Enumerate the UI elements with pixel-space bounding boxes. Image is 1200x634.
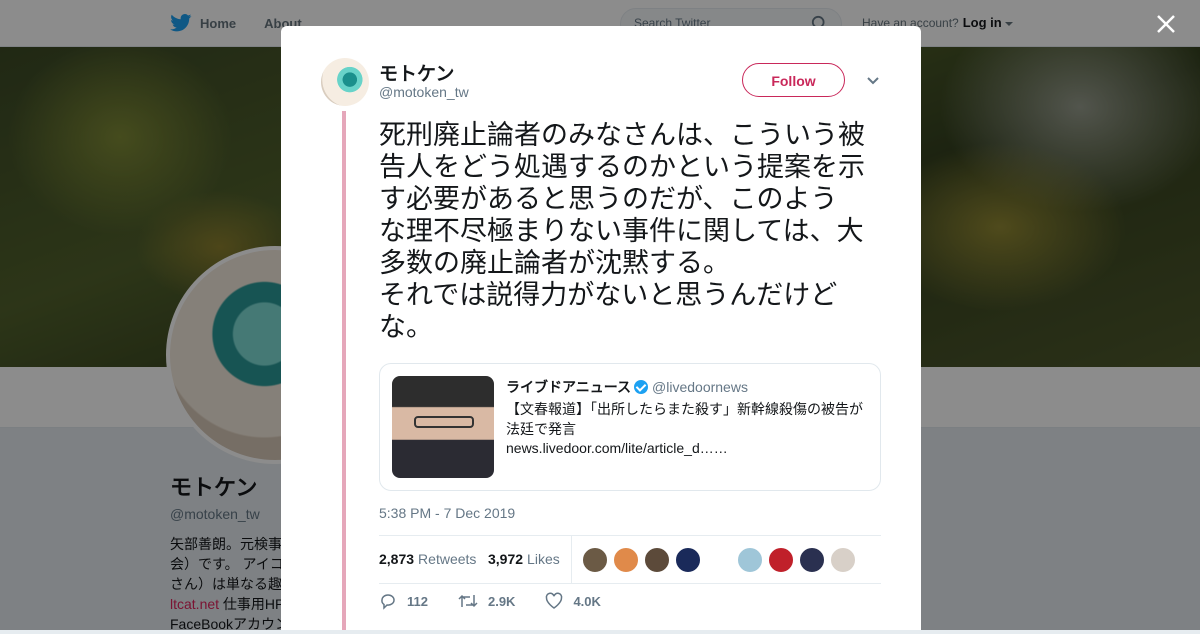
tweet-text-line: 多数の廃止論者が沈黙する。 bbox=[379, 248, 730, 278]
liker-avatar[interactable] bbox=[613, 547, 639, 573]
liker-avatar[interactable] bbox=[644, 547, 670, 573]
retweet-count: 2.9K bbox=[487, 593, 516, 609]
stats-divider bbox=[571, 536, 572, 583]
author-avatar[interactable] bbox=[321, 58, 369, 106]
heart-icon bbox=[546, 592, 563, 609]
like-button[interactable]: 4.0K bbox=[545, 592, 601, 610]
tweet-text-line: な。 bbox=[379, 312, 433, 342]
tweet-text-line: 死刑廃止論者のみなさんは、こういう被 bbox=[379, 120, 865, 150]
thread-line bbox=[342, 111, 346, 630]
liker-avatar[interactable] bbox=[768, 547, 794, 573]
close-icon[interactable] bbox=[1156, 14, 1176, 34]
author-name[interactable]: モトケン bbox=[379, 59, 454, 86]
tweet-text-line: す必要があると思うのだが、このよう bbox=[379, 184, 838, 214]
liker-avatar[interactable] bbox=[582, 547, 608, 573]
quoted-author-handle: @livedoornews bbox=[652, 379, 748, 395]
tweet-modal: モトケン @motoken_tw Follow 死刑廃止論者のみなさんは、こうい… bbox=[281, 26, 921, 630]
follow-button[interactable]: Follow bbox=[742, 63, 845, 97]
quoted-url[interactable]: news.livedoor.com/lite/article_d…… bbox=[506, 440, 728, 456]
tweet-stats: 2,873 Retweets 3,972 Likes bbox=[379, 535, 881, 584]
liker-avatar[interactable] bbox=[737, 547, 763, 573]
author-handle[interactable]: @motoken_tw bbox=[379, 84, 469, 100]
liker-avatar[interactable] bbox=[675, 547, 701, 573]
retweet-icon bbox=[458, 594, 478, 608]
quoted-author-name: ライブドアニュース bbox=[506, 379, 632, 395]
retweets-label: Retweets bbox=[418, 551, 477, 567]
tweet-text-line: 告人をどう処遇するのかという提案を示 bbox=[379, 152, 865, 182]
liker-avatar[interactable] bbox=[830, 547, 856, 573]
liker-avatar[interactable] bbox=[799, 547, 825, 573]
tweet-timestamp[interactable]: 5:38 PM - 7 Dec 2019 bbox=[379, 505, 515, 521]
quoted-text: 【文春報道】「出所したらまた殺す」新幹線殺傷の被告が法廷で発言 bbox=[506, 401, 863, 437]
retweets-stat[interactable]: 2,873 Retweets bbox=[379, 551, 476, 567]
quoted-thumbnail bbox=[392, 376, 494, 478]
quoted-tweet-card[interactable]: ライブドアニュース @livedoornews 【文春報道】「出所したらまた殺す」… bbox=[379, 363, 881, 491]
glasses-shape bbox=[414, 416, 474, 428]
tweet-text-line: な理不尽極まりない事件に関しては、大 bbox=[379, 216, 864, 246]
likes-stat[interactable]: 3,972 Likes bbox=[488, 551, 560, 567]
reply-button[interactable]: 112 bbox=[379, 592, 428, 610]
retweet-button[interactable]: 2.9K bbox=[458, 592, 515, 610]
retweets-count: 2,873 bbox=[379, 551, 415, 567]
chevron-down-icon[interactable] bbox=[866, 76, 880, 86]
verified-badge-icon bbox=[634, 380, 649, 394]
likes-count: 3,972 bbox=[488, 551, 524, 567]
like-count: 4.0K bbox=[573, 593, 601, 609]
likes-label: Likes bbox=[527, 551, 560, 567]
reply-icon bbox=[381, 594, 395, 610]
reply-count: 112 bbox=[407, 593, 428, 609]
tweet-text-line: それでは説得力がないと思うんだけど bbox=[379, 280, 838, 310]
tweet-actions: 112 2.9K 4.0K bbox=[379, 592, 631, 610]
liker-avatars bbox=[582, 547, 861, 573]
tweet-text: 死刑廃止論者のみなさんは、こういう被 告人をどう処遇するのかという提案を示 す必… bbox=[379, 119, 889, 343]
quoted-author: ライブドアニュース @livedoornews bbox=[506, 377, 748, 397]
liker-avatar[interactable] bbox=[706, 547, 732, 573]
